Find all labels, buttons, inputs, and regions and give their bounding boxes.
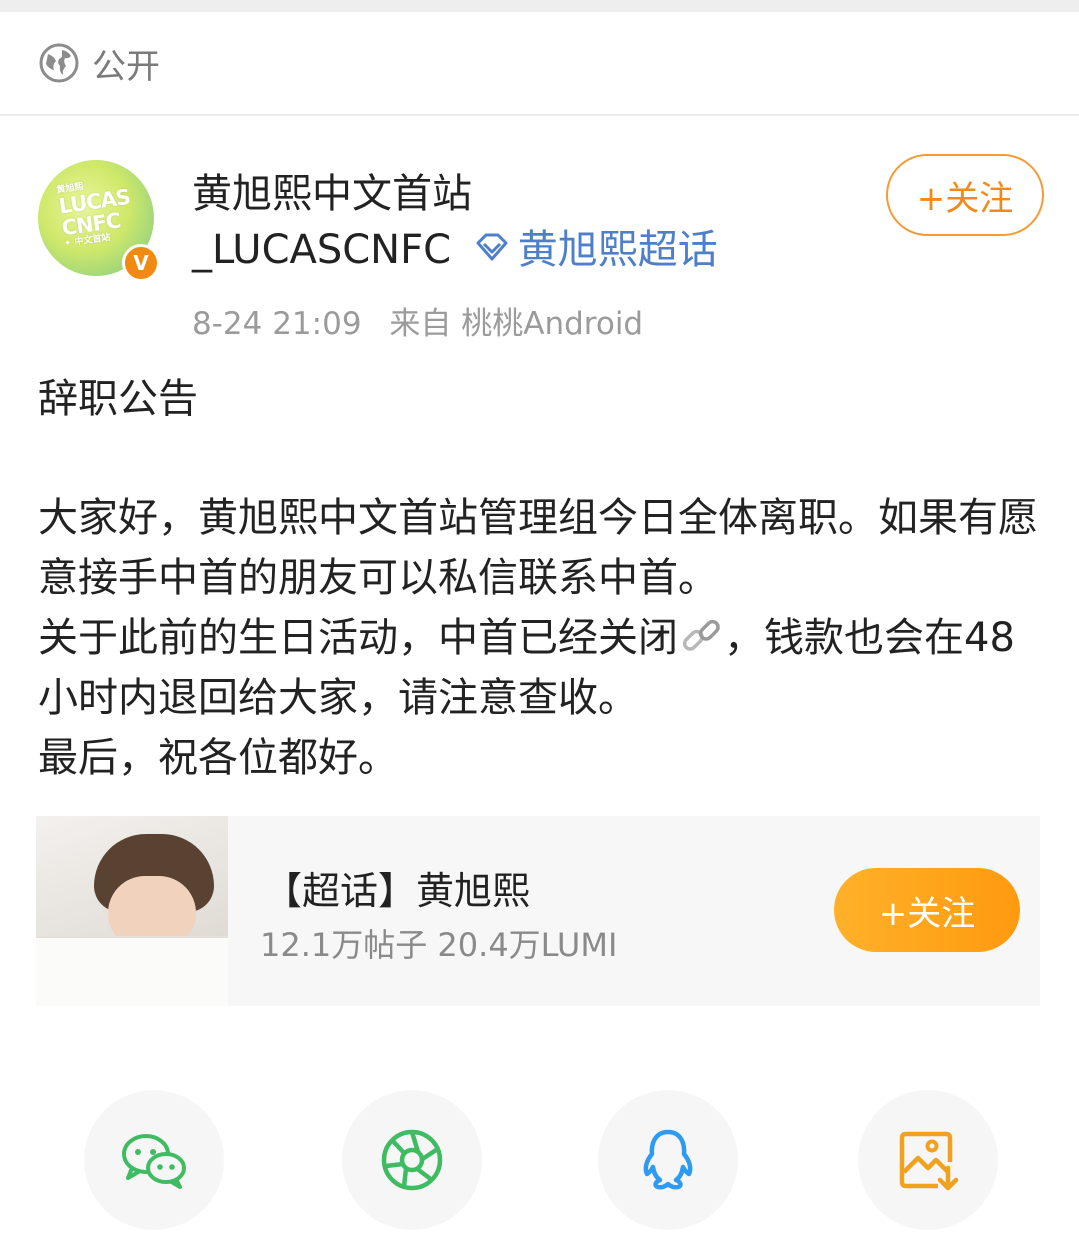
share-moments-button[interactable]	[342, 1090, 482, 1230]
top-strip	[0, 0, 1079, 12]
post-body: 大家好，黄旭熙中文首站管理组今日全体离职。如果有愿意接手中首的朋友可以私信联系中…	[38, 488, 1048, 788]
moments-icon	[381, 1129, 443, 1191]
super-topic-link[interactable]: 黄旭熙超话	[518, 227, 718, 273]
author-avatar[interactable]: 黄旭熙 LUCAS CNFC ✦ 中文首站 V	[38, 160, 160, 282]
post-paragraph-3: 最后，祝各位都好。	[38, 735, 398, 781]
post-time: 8-24 21:09	[192, 306, 362, 342]
share-wechat-button[interactable]	[84, 1090, 224, 1230]
verified-badge: V	[122, 244, 160, 282]
diamond-icon	[476, 233, 508, 261]
share-qq-button[interactable]	[598, 1090, 738, 1230]
link-icon[interactable]	[678, 613, 724, 659]
globe-icon	[39, 43, 79, 83]
post-paragraph-1: 大家好，黄旭熙中文首站管理组今日全体离职。如果有愿意接手中首的朋友可以私信联系中…	[38, 495, 1038, 601]
follow-author-button[interactable]: +关注	[886, 154, 1044, 236]
share-row	[0, 1090, 1079, 1230]
topic-thumbnail	[36, 816, 228, 1006]
save-image-button[interactable]	[858, 1090, 998, 1230]
visibility-label: 公开	[92, 46, 160, 87]
post-source: 来自 桃桃Android	[389, 306, 644, 342]
topic-card-title: 【超话】黄旭熙	[264, 869, 531, 913]
author-name-line1: 黄旭熙中文首站	[192, 171, 472, 217]
wechat-icon	[122, 1134, 186, 1189]
avatar-logo-text: 黄旭熙 LUCAS CNFC ✦ 中文首站	[55, 182, 132, 250]
visibility-bar: 公开	[0, 12, 1079, 116]
follow-topic-button[interactable]: +关注	[834, 868, 1020, 952]
author-name[interactable]: 黄旭熙中文首站 _LUCASCNFC 黄旭熙超话	[192, 166, 812, 278]
super-topic-card[interactable]: 【超话】黄旭熙 12.1万帖子 20.4万LUMI +关注	[36, 816, 1040, 1006]
author-name-line2: _LUCASCNFC	[192, 227, 452, 273]
qq-icon	[643, 1129, 693, 1190]
save-image-icon	[899, 1131, 959, 1191]
post-paragraph-2: 关于此前的生日活动，中首已经关闭 ，钱款也会在48小时内退回给大家，请注意查收。	[38, 613, 1015, 721]
post-title: 辞职公告	[38, 376, 198, 422]
topic-card-stats: 12.1万帖子 20.4万LUMI	[260, 926, 618, 964]
post-meta: 8-24 21:09 来自 桃桃Android	[192, 298, 661, 343]
